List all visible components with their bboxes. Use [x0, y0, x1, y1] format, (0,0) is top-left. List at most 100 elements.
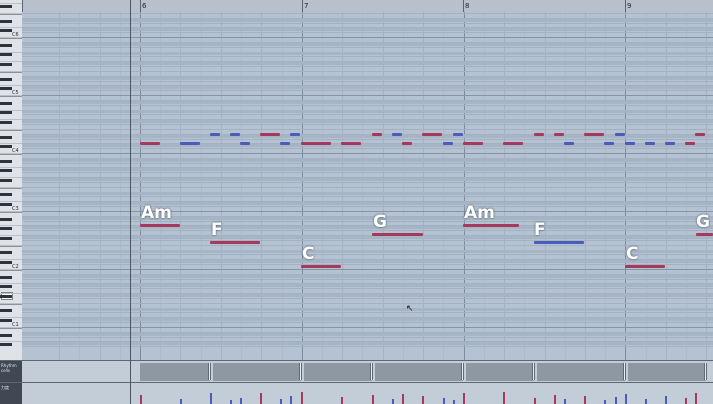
black-key[interactable]: [0, 333, 12, 337]
chord-note-g[interactable]: [372, 233, 423, 236]
playhead-line[interactable]: [130, 0, 131, 404]
chord-track-area[interactable]: [22, 361, 713, 383]
black-key[interactable]: [0, 101, 12, 105]
black-key[interactable]: [0, 309, 12, 313]
chord-note-g[interactable]: [696, 233, 713, 236]
velocity-bar[interactable]: [301, 392, 303, 404]
chord-block-handle[interactable]: [704, 363, 707, 380]
velocity-bar[interactable]: [625, 394, 627, 404]
velocity-bar[interactable]: [210, 393, 212, 404]
velocity-bar[interactable]: [463, 393, 465, 404]
velocity-bar[interactable]: [645, 399, 647, 404]
melody-note[interactable]: [685, 142, 695, 145]
melody-note[interactable]: [534, 133, 544, 136]
velocity-bar[interactable]: [392, 399, 394, 404]
chord-block-handle[interactable]: [623, 363, 626, 380]
black-key[interactable]: [0, 203, 12, 207]
black-key[interactable]: [0, 343, 12, 347]
black-key[interactable]: [0, 217, 12, 221]
melody-note[interactable]: [230, 133, 240, 136]
black-key[interactable]: [0, 111, 12, 115]
velocity-bar[interactable]: [604, 400, 606, 404]
velocity-bar[interactable]: [240, 398, 242, 404]
velocity-bar[interactable]: [453, 400, 455, 404]
black-key[interactable]: [0, 285, 12, 289]
black-key[interactable]: [0, 121, 12, 125]
chord-block[interactable]: [466, 363, 534, 381]
chord-note-c[interactable]: [625, 265, 665, 268]
melody-note[interactable]: [584, 133, 604, 136]
black-key[interactable]: [0, 193, 12, 197]
chord-block[interactable]: [537, 363, 625, 381]
melody-note[interactable]: [210, 133, 220, 136]
velocity-bar[interactable]: [503, 392, 505, 404]
velocity-bar[interactable]: [341, 397, 343, 404]
velocity-bar[interactable]: [140, 395, 142, 404]
chord-block-handle[interactable]: [461, 363, 464, 380]
chord-block[interactable]: [375, 363, 463, 381]
melody-note[interactable]: [290, 133, 300, 136]
black-key[interactable]: [0, 236, 12, 240]
melody-note[interactable]: [422, 133, 442, 136]
velocity-bar[interactable]: [180, 399, 182, 404]
black-key[interactable]: [0, 135, 12, 139]
chord-block[interactable]: [140, 363, 210, 381]
black-key[interactable]: [0, 275, 12, 279]
melody-note[interactable]: [402, 142, 412, 145]
melody-note[interactable]: [240, 142, 250, 145]
chord-block[interactable]: [304, 363, 372, 381]
velocity-bar[interactable]: [230, 400, 232, 404]
chord-block-handle[interactable]: [532, 363, 535, 380]
chord-block-handle[interactable]: [299, 363, 302, 380]
velocity-bar[interactable]: [260, 393, 262, 404]
black-key[interactable]: [0, 87, 12, 91]
melody-note[interactable]: [301, 142, 331, 145]
melody-note[interactable]: [665, 142, 675, 145]
melody-note[interactable]: [463, 142, 483, 145]
velocity-bar[interactable]: [685, 398, 687, 404]
black-key[interactable]: [0, 145, 12, 149]
velocity-bar[interactable]: [534, 398, 536, 404]
black-key[interactable]: [0, 63, 12, 67]
chord-block[interactable]: [213, 363, 301, 381]
velocity-bar[interactable]: [584, 396, 586, 404]
melody-note[interactable]: [625, 142, 635, 145]
black-key[interactable]: [0, 261, 12, 265]
melody-note[interactable]: [554, 133, 564, 136]
piano-keyboard[interactable]: C6 C5 C4 C3 C2 C1: [0, 0, 23, 360]
melody-note[interactable]: [615, 133, 625, 136]
melody-note[interactable]: [140, 142, 160, 145]
black-key[interactable]: [0, 294, 12, 298]
melody-note[interactable]: [443, 142, 453, 145]
black-key[interactable]: [0, 319, 12, 323]
chord-block-handle[interactable]: [208, 363, 211, 380]
velocity-bar[interactable]: [695, 393, 697, 404]
melody-note[interactable]: [260, 133, 280, 136]
chord-block[interactable]: [628, 363, 706, 381]
velocity-area[interactable]: [22, 383, 713, 404]
black-key[interactable]: [0, 19, 12, 23]
black-key[interactable]: [0, 5, 12, 9]
black-key[interactable]: [0, 169, 12, 173]
black-key[interactable]: [0, 159, 12, 163]
velocity-bar[interactable]: [554, 395, 556, 404]
velocity-bar[interactable]: [372, 395, 374, 404]
melody-note[interactable]: [604, 142, 614, 145]
black-key[interactable]: [0, 227, 12, 231]
black-key[interactable]: [0, 251, 12, 255]
note-grid[interactable]: Am F C G Am F C G ↖: [22, 12, 713, 360]
velocity-bar[interactable]: [402, 394, 404, 404]
melody-note[interactable]: [392, 133, 402, 136]
chord-note-am[interactable]: [140, 224, 180, 227]
chord-note-f[interactable]: [534, 241, 584, 244]
velocity-bar[interactable]: [615, 397, 617, 404]
black-key[interactable]: [0, 77, 12, 81]
melody-note[interactable]: [180, 142, 200, 145]
velocity-bar[interactable]: [280, 399, 282, 404]
chord-track-lane[interactable]: Rhythm cells: [0, 360, 713, 383]
melody-note[interactable]: [564, 142, 574, 145]
chord-note-am[interactable]: [463, 224, 519, 227]
velocity-bar[interactable]: [564, 399, 566, 404]
velocity-bar[interactable]: [443, 398, 445, 404]
melody-note[interactable]: [695, 133, 705, 136]
